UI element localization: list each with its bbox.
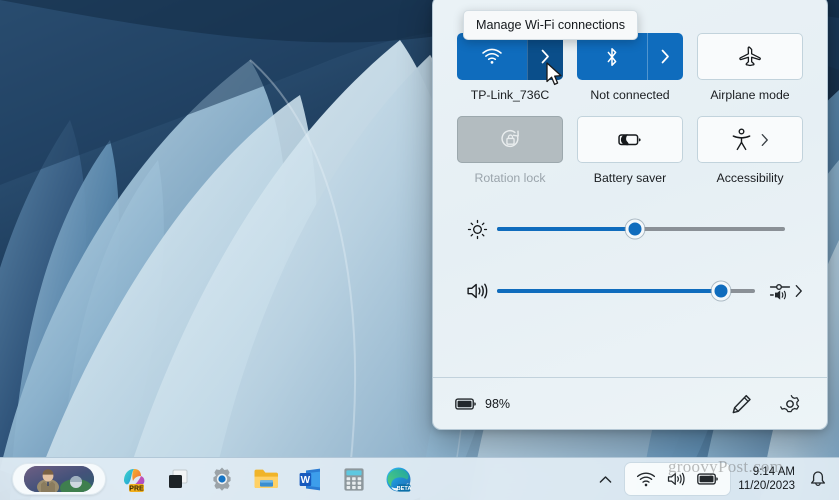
desktop-screen: TP-Link_736C Not connected Airplane mode… bbox=[0, 0, 839, 500]
start-avatar-image bbox=[24, 466, 94, 492]
quick-settings-row-1: TP-Link_736C Not connected Airplane mode bbox=[457, 33, 803, 102]
edit-icon bbox=[732, 394, 751, 413]
wifi-icon bbox=[482, 48, 502, 64]
tile-cell-airplane: Airplane mode bbox=[697, 33, 803, 102]
tile-airplane-toggle[interactable] bbox=[697, 33, 803, 80]
brightness-slider[interactable] bbox=[497, 219, 785, 239]
volume-tray-icon bbox=[668, 472, 685, 486]
tile-airplane-label: Airplane mode bbox=[710, 88, 790, 102]
settings-gear-icon bbox=[779, 394, 800, 412]
battery-status-group: 98% bbox=[455, 397, 510, 411]
quick-settings-tray-button[interactable] bbox=[625, 463, 731, 495]
footer-actions bbox=[727, 389, 805, 419]
svg-text:BETA: BETA bbox=[396, 485, 411, 491]
volume-slider-fill bbox=[497, 289, 722, 293]
chevron-right-icon bbox=[661, 49, 669, 64]
taskbar-app-area: PRE W BETA bbox=[0, 460, 420, 498]
quick-settings-panel: TP-Link_736C Not connected Airplane mode… bbox=[432, 0, 828, 430]
brightness-icon bbox=[467, 219, 487, 239]
taskbar-app-file-explorer[interactable] bbox=[244, 460, 288, 498]
start-button[interactable] bbox=[12, 463, 106, 495]
tile-bluetooth-chevron-button[interactable] bbox=[647, 33, 683, 80]
tile-cell-bluetooth: Not connected bbox=[577, 33, 683, 102]
settings-gear-icon bbox=[213, 467, 231, 491]
mouse-cursor bbox=[546, 62, 562, 86]
word-icon: W bbox=[299, 468, 320, 490]
volume-slider[interactable] bbox=[497, 281, 755, 301]
tile-rotation-lock-label: Rotation lock bbox=[474, 171, 546, 185]
notification-bell-icon bbox=[810, 471, 826, 487]
quick-settings-body: TP-Link_736C Not connected Airplane mode… bbox=[433, 0, 827, 377]
volume-icon bbox=[466, 283, 487, 299]
file-explorer-icon bbox=[254, 469, 278, 488]
tile-accessibility-label: Accessibility bbox=[716, 171, 784, 185]
bluetooth-icon bbox=[607, 47, 617, 66]
brightness-slider-row bbox=[457, 203, 803, 255]
brightness-slider-thumb[interactable] bbox=[625, 219, 645, 239]
taskbar-app-calculator[interactable] bbox=[332, 460, 376, 498]
avatar-artwork bbox=[24, 466, 94, 492]
tile-airplane-mode[interactable] bbox=[697, 33, 803, 80]
taskbar-system-tray: 9:14 AM 11/20/2023 bbox=[589, 460, 839, 498]
task-view-icon bbox=[168, 469, 187, 488]
tile-accessibility[interactable] bbox=[697, 116, 803, 163]
tile-battery-saver-toggle[interactable] bbox=[577, 116, 683, 163]
tile-cell-rotation-lock: Rotation lock bbox=[457, 116, 563, 185]
volume-slider-thumb[interactable] bbox=[711, 281, 731, 301]
volume-slider-row bbox=[457, 265, 803, 317]
tile-cell-accessibility: Accessibility bbox=[697, 116, 803, 185]
airplane-icon bbox=[738, 46, 761, 67]
tile-battery-saver[interactable] bbox=[577, 116, 683, 163]
taskbar-app-word[interactable]: W bbox=[288, 460, 332, 498]
quick-settings-row-2: Rotation lock Battery saver Accessibilit… bbox=[457, 116, 803, 185]
volume-icon-wrap bbox=[457, 281, 497, 301]
taskbar-app-edge-beta[interactable]: BETA bbox=[376, 460, 420, 498]
taskbar-clock[interactable]: 9:14 AM 11/20/2023 bbox=[734, 465, 801, 493]
tile-bluetooth-toggle[interactable] bbox=[577, 33, 647, 80]
taskbar: PRE W BETA 9:14 AM 11/20/2023 bbox=[0, 457, 839, 500]
taskbar-app-task-view[interactable] bbox=[156, 460, 200, 498]
notification-center-button[interactable] bbox=[805, 460, 831, 498]
svg-text:W: W bbox=[300, 474, 310, 485]
tile-battery-saver-label: Battery saver bbox=[593, 171, 667, 185]
battery-percent: 98% bbox=[485, 396, 511, 411]
wifi-tray-icon bbox=[637, 472, 656, 486]
clock-date: 11/20/2023 bbox=[738, 480, 795, 492]
tray-overflow-button[interactable] bbox=[589, 460, 621, 498]
quick-settings-footer: 98% bbox=[433, 377, 827, 429]
volume-slider-trailing bbox=[769, 281, 803, 301]
tile-wifi-label: TP-Link_736C bbox=[470, 88, 550, 102]
tile-cell-battery-saver: Battery saver bbox=[577, 116, 683, 185]
calculator-icon bbox=[344, 467, 364, 491]
battery-tray-icon bbox=[697, 473, 719, 485]
taskbar-app-settings[interactable] bbox=[200, 460, 244, 498]
chevron-right-icon bbox=[761, 133, 768, 146]
tile-bluetooth[interactable] bbox=[577, 33, 683, 80]
clock-time: 9:14 AM bbox=[752, 466, 795, 478]
open-settings-button[interactable] bbox=[775, 389, 805, 419]
chevron-right-icon[interactable] bbox=[795, 284, 803, 298]
chevron-up-icon bbox=[599, 475, 612, 483]
rotation-lock-icon bbox=[500, 129, 519, 148]
battery-icon bbox=[455, 397, 476, 410]
svg-text:PRE: PRE bbox=[129, 485, 144, 492]
tile-bluetooth-label: Not connected bbox=[590, 88, 670, 102]
tile-wifi-toggle[interactable] bbox=[457, 33, 527, 80]
edge-beta-icon: BETA bbox=[386, 467, 411, 491]
tile-rotation-lock[interactable] bbox=[457, 116, 563, 163]
taskbar-app-copilot[interactable]: PRE bbox=[112, 460, 156, 498]
accessibility-icon bbox=[732, 128, 751, 151]
sound-output-icon[interactable] bbox=[769, 281, 791, 301]
edit-quick-settings-button[interactable] bbox=[727, 389, 757, 419]
brightness-slider-fill bbox=[497, 227, 636, 231]
wifi-chevron-tooltip: Manage Wi-Fi connections bbox=[463, 10, 639, 40]
battery-saver-icon bbox=[618, 134, 641, 146]
brightness-icon-wrap bbox=[457, 219, 497, 240]
tile-accessibility-toggle[interactable] bbox=[697, 116, 803, 163]
tile-rotation-lock-toggle[interactable] bbox=[457, 116, 563, 163]
copilot-preview-icon: PRE bbox=[124, 469, 145, 492]
